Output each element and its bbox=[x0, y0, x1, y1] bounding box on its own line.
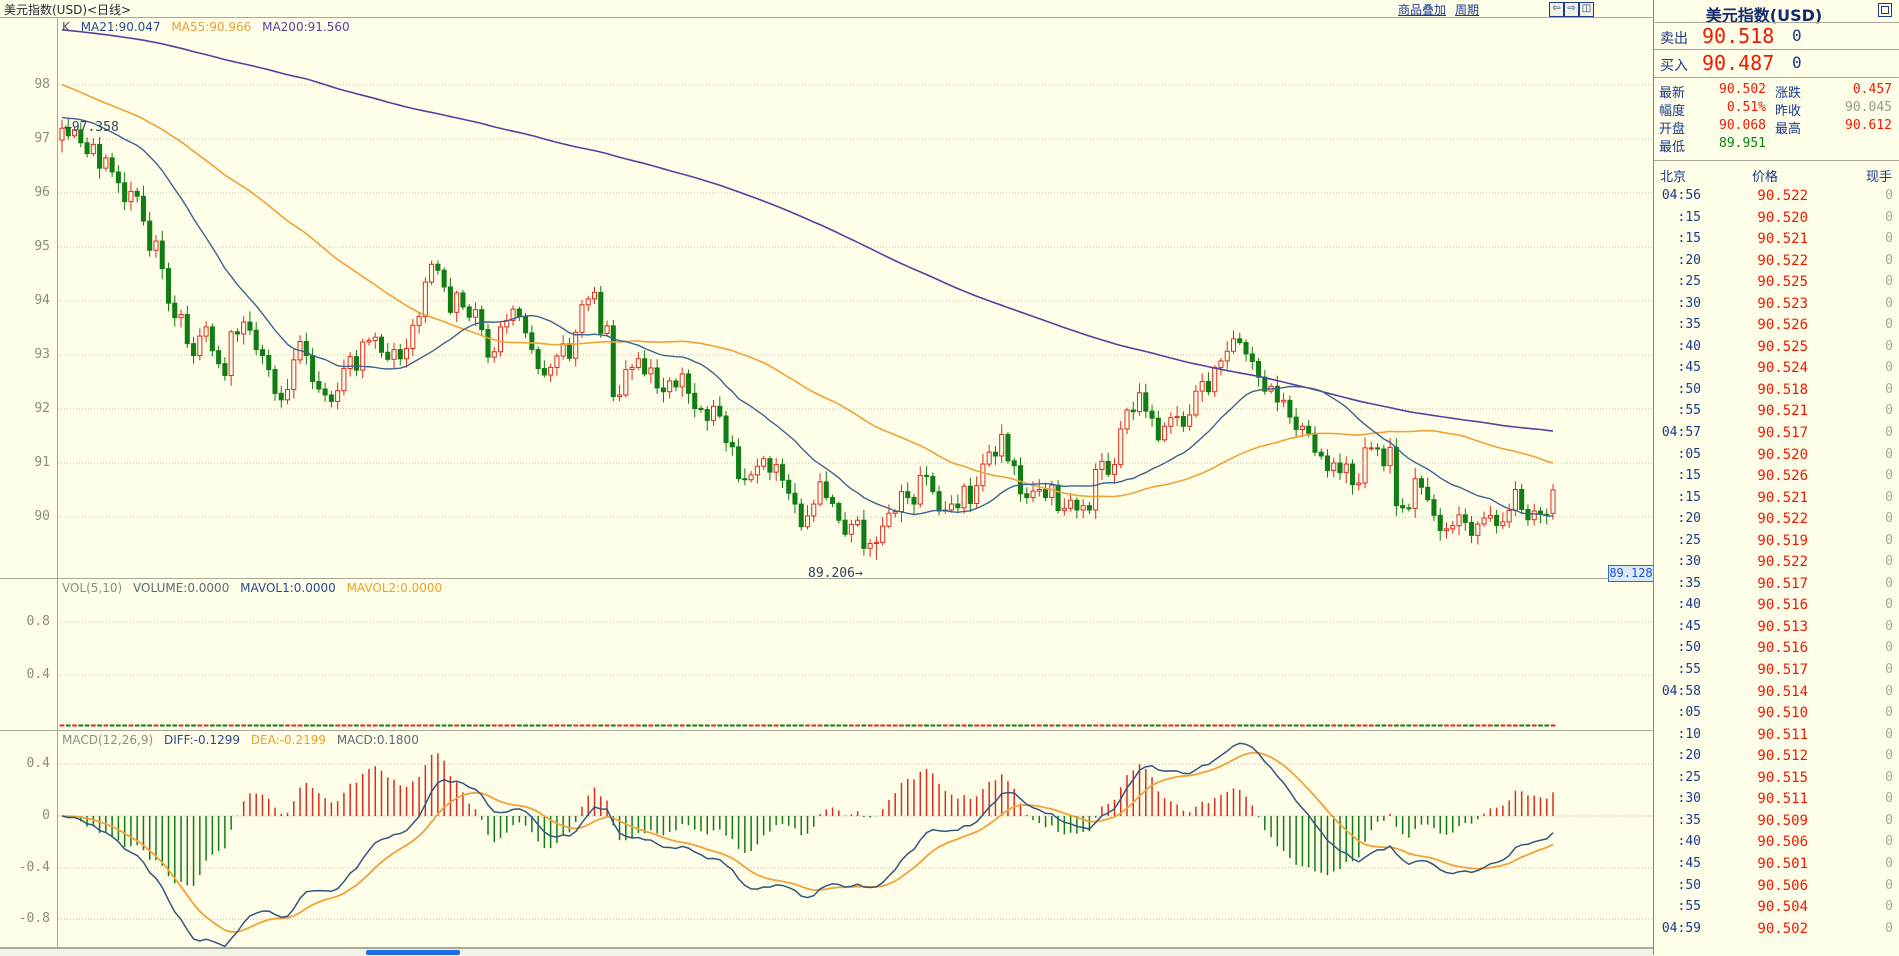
axis-tick-label: 97 bbox=[0, 131, 50, 146]
axis-tick-label: 91 bbox=[0, 455, 50, 470]
time-sales-row: :1590.5200 bbox=[1654, 208, 1899, 230]
time-sales-row: :5090.5060 bbox=[1654, 876, 1899, 898]
time-sales-row: 04:5790.5170 bbox=[1654, 423, 1899, 445]
buy-quote-row: 买入 90.487 0 bbox=[1654, 49, 1899, 77]
legend-macd-val: MACD:0.1800 bbox=[337, 733, 419, 747]
legend-volume: VOLUME:0.0000 bbox=[133, 581, 229, 595]
axis-tick-label: 90 bbox=[0, 509, 50, 524]
macd-histogram bbox=[62, 753, 1553, 886]
time-sales-list[interactable]: 04:5690.5220:1590.5200:1590.5210:2090.52… bbox=[1654, 186, 1899, 941]
time-sales-row: :4090.5160 bbox=[1654, 595, 1899, 617]
time-sales-row: :0590.5200 bbox=[1654, 445, 1899, 467]
time-sales-row: :3590.5260 bbox=[1654, 315, 1899, 337]
time-sales-row: :3590.5170 bbox=[1654, 574, 1899, 596]
sell-label: 卖出 bbox=[1660, 28, 1688, 48]
quote-stats: 最新90.502涨跌0.457幅度0.51%昨收90.045开盘90.068最高… bbox=[1654, 77, 1899, 159]
latest-price-marker: 89.128 bbox=[1608, 565, 1654, 582]
ma200-line bbox=[62, 30, 1553, 431]
time-sales-row: 04:5990.5020 bbox=[1654, 919, 1899, 941]
stat-row: 开盘90.068最高90.612 bbox=[1654, 118, 1899, 135]
legend-macd-params: MACD(12,26,9) bbox=[62, 733, 153, 747]
macd-legend: MACD(12,26,9) DIFF:-0.1299 DEA:-0.2199 M… bbox=[62, 733, 426, 747]
horizontal-scrollbar-thumb[interactable] bbox=[366, 950, 460, 955]
time-sales-header: 北京 价格 现手 bbox=[1654, 160, 1899, 185]
chart-area[interactable]: K MA21:90.047 MA55:90.966 MA200:91.560 V… bbox=[0, 17, 1653, 948]
time-sales-row: :4590.5240 bbox=[1654, 358, 1899, 380]
diff-line bbox=[62, 743, 1553, 946]
axis-tick-label: -0.8 bbox=[0, 911, 50, 926]
time-sales-row: :5590.5170 bbox=[1654, 660, 1899, 682]
time-sales-row: :1590.5210 bbox=[1654, 488, 1899, 510]
time-sales-row: :2590.5190 bbox=[1654, 531, 1899, 553]
sell-qty: 0 bbox=[1792, 26, 1802, 45]
time-sales-row: :3090.5230 bbox=[1654, 294, 1899, 316]
axis-tick-label: 0.4 bbox=[0, 756, 50, 771]
legend-vol-params: VOL(5,10) bbox=[62, 581, 122, 595]
axis-tick-label: 0.4 bbox=[0, 667, 50, 682]
kline-macd-canvas[interactable] bbox=[0, 0, 1653, 948]
trading-app-window: 美元指数(USD)<日线> 商品叠加 周期 ⇦ ⇨ ◫ K MA21:90.04… bbox=[0, 0, 1899, 955]
time-sales-row: :3090.5220 bbox=[1654, 552, 1899, 574]
header-volume: 现手 bbox=[1866, 166, 1892, 185]
time-sales-row: :2090.5220 bbox=[1654, 509, 1899, 531]
vol-legend: VOL(5,10) VOLUME:0.0000 MAVOL1:0.0000 MA… bbox=[62, 581, 449, 595]
sell-price: 90.518 bbox=[1702, 24, 1774, 48]
time-sales-row: :5590.5040 bbox=[1654, 897, 1899, 919]
buy-label: 买入 bbox=[1660, 55, 1688, 75]
legend-ma200: MA200:91.560 bbox=[262, 20, 350, 34]
time-sales-row: :2090.5120 bbox=[1654, 746, 1899, 768]
axis-tick-label: 93 bbox=[0, 347, 50, 362]
kline-legend: K MA21:90.047 MA55:90.966 MA200:91.560 bbox=[62, 20, 357, 34]
legend-diff: DIFF:-0.1299 bbox=[164, 733, 240, 747]
time-sales-row: :2590.5150 bbox=[1654, 768, 1899, 790]
header-time: 北京 bbox=[1660, 166, 1686, 185]
header-price: 价格 bbox=[1752, 166, 1778, 185]
time-sales-row: :2090.5220 bbox=[1654, 251, 1899, 273]
candlesticks bbox=[60, 118, 1555, 560]
legend-mavol2: MAVOL2:0.0000 bbox=[347, 581, 443, 595]
time-sales-row: :4090.5060 bbox=[1654, 832, 1899, 854]
axis-tick-label: 95 bbox=[0, 239, 50, 254]
legend-ma21: MA21:90.047 bbox=[81, 20, 161, 34]
time-sales-row: :4090.5250 bbox=[1654, 337, 1899, 359]
legend-mavol1: MAVOL1:0.0000 bbox=[240, 581, 336, 595]
sell-quote-row: 卖出 90.518 0 bbox=[1654, 22, 1899, 50]
time-sales-row: :5090.5160 bbox=[1654, 638, 1899, 660]
axis-tick-label: 92 bbox=[0, 401, 50, 416]
time-sales-row: :1590.5260 bbox=[1654, 466, 1899, 488]
buy-qty: 0 bbox=[1792, 53, 1802, 72]
time-sales-row: :1090.5110 bbox=[1654, 725, 1899, 747]
stat-row: 最低89.951 bbox=[1654, 136, 1899, 153]
axis-tick-label: 98 bbox=[0, 77, 50, 92]
time-sales-row: :4590.5130 bbox=[1654, 617, 1899, 639]
time-sales-row: :3090.5110 bbox=[1654, 789, 1899, 811]
ma55-line bbox=[62, 85, 1553, 497]
low-annotation: 89.206→ bbox=[808, 566, 863, 581]
stat-row: 最新90.502涨跌0.457 bbox=[1654, 82, 1899, 99]
time-sales-row: :5590.5210 bbox=[1654, 401, 1899, 423]
legend-k: K bbox=[62, 20, 70, 34]
quote-panel: 美元指数(USD) 卖出 90.518 0 买入 90.487 0 最新90.5… bbox=[1653, 0, 1899, 955]
time-sales-row: :0590.5100 bbox=[1654, 703, 1899, 725]
time-sales-row: :2590.5250 bbox=[1654, 272, 1899, 294]
axis-tick-label: 96 bbox=[0, 185, 50, 200]
restore-window-icon[interactable] bbox=[1878, 3, 1892, 17]
axis-tick-label: 0.8 bbox=[0, 614, 50, 629]
buy-price: 90.487 bbox=[1702, 51, 1774, 75]
time-sales-row: 04:5690.5220 bbox=[1654, 186, 1899, 208]
legend-dea: DEA:-0.2199 bbox=[251, 733, 326, 747]
time-sales-row: :4590.5010 bbox=[1654, 854, 1899, 876]
time-sales-row: 04:5890.5140 bbox=[1654, 682, 1899, 704]
time-sales-row: :3590.5090 bbox=[1654, 811, 1899, 833]
axis-tick-label: -0.4 bbox=[0, 860, 50, 875]
time-sales-row: :5090.5180 bbox=[1654, 380, 1899, 402]
stat-row: 幅度0.51%昨收90.045 bbox=[1654, 100, 1899, 117]
axis-tick-label: 94 bbox=[0, 293, 50, 308]
time-sales-row: :1590.5210 bbox=[1654, 229, 1899, 251]
axis-tick-label: 0 bbox=[0, 808, 50, 823]
legend-ma55: MA55:90.966 bbox=[171, 20, 251, 34]
high-annotation: ←97.358 bbox=[64, 120, 119, 135]
